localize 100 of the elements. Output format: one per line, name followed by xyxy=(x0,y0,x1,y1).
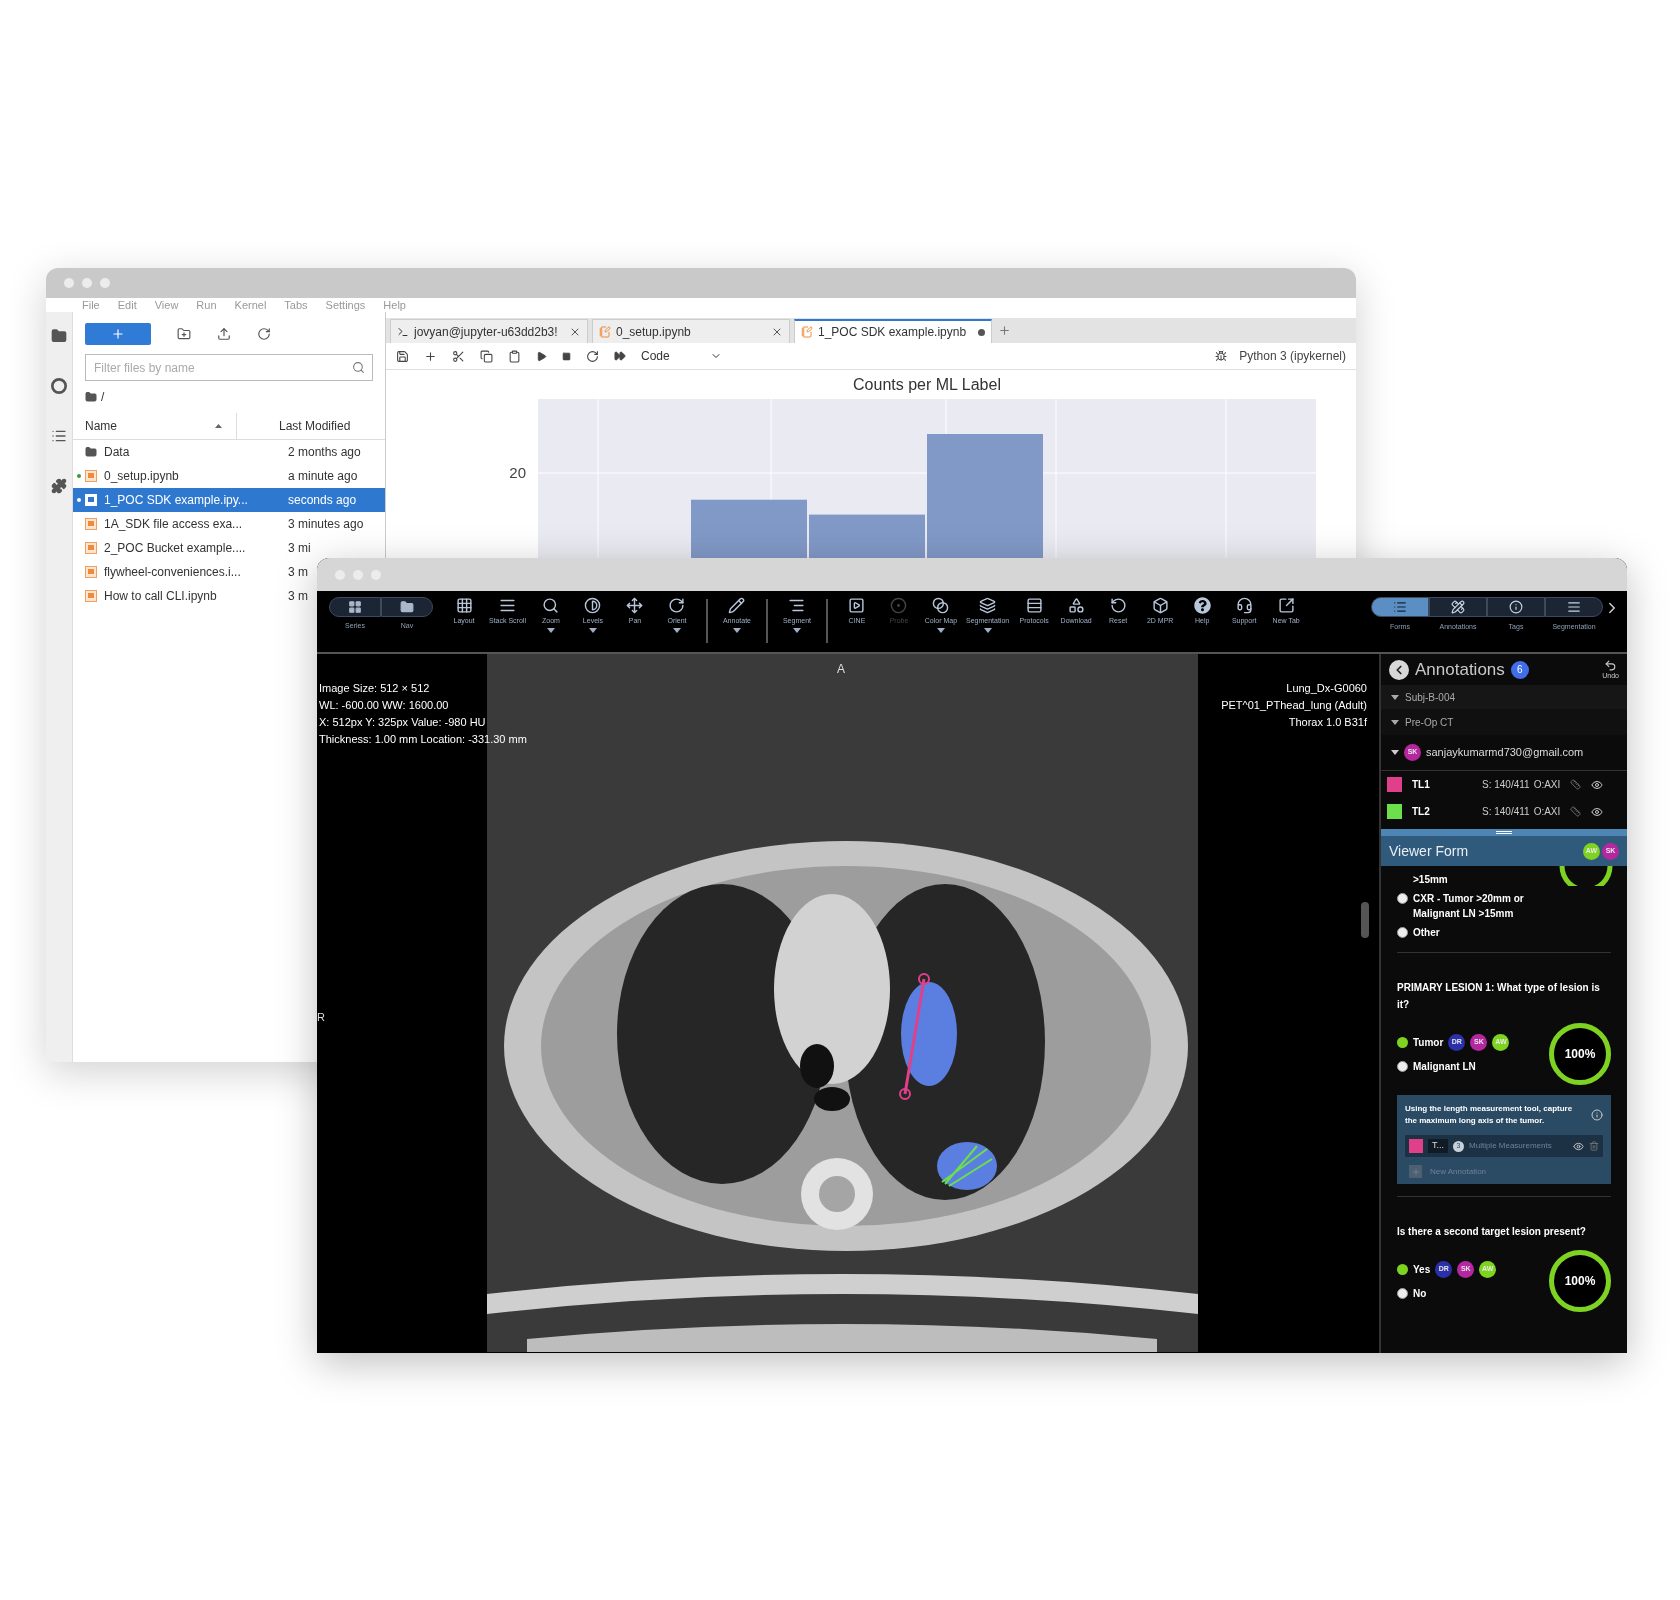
copy-icon[interactable] xyxy=(480,349,493,363)
question-text: PRIMARY LESION 1: What type of lesion is it? xyxy=(1397,981,1601,1012)
file-row[interactable]: flywheel-conveniences.i... 3 m xyxy=(73,560,310,584)
scrollbar-thumb[interactable] xyxy=(1361,902,1369,938)
cell-type-dropdown[interactable]: Code xyxy=(641,347,722,365)
question-text: Is there a second target lesion present? xyxy=(1397,1225,1587,1239)
eye-icon[interactable] xyxy=(1591,778,1604,791)
file-name: 1_POC SDK example.ipy... xyxy=(104,492,249,509)
new-folder-icon[interactable] xyxy=(177,327,191,341)
caret-icon xyxy=(936,628,945,633)
notebook-icon xyxy=(85,542,97,554)
column-header[interactable]: Last Modified xyxy=(236,413,351,439)
file-row[interactable]: 1_POC SDK example.ipy... seconds ago xyxy=(73,488,385,512)
target-icon xyxy=(890,597,908,614)
radio-button[interactable] xyxy=(1397,1037,1408,1048)
move-icon xyxy=(626,597,644,614)
sort-caret-icon xyxy=(215,424,222,428)
caret-icon xyxy=(1391,750,1399,755)
measurement-label: T... xyxy=(1428,1139,1448,1153)
caret-icon xyxy=(732,628,741,633)
eye-icon[interactable] xyxy=(1591,805,1604,818)
terminal-icon xyxy=(397,325,409,338)
image-info-text: WL: -600.00 WW: 1600.00 xyxy=(319,698,450,713)
image-viewport[interactable]: Image Size: 512 × 512 WL: -600.00 WW: 1600.00 X: 512px Y: 325px Value: -980 HU Thickness: 1.00 mm Location: -331.30 mm Lung_Dx-G0060 PET^01_PThead_lung (Adult) Thorax 1.0 B31f A R xyxy=(317,654,1379,1353)
undo-icon xyxy=(1604,659,1618,672)
headset-icon xyxy=(1235,597,1253,614)
option-label: CXR - Tumor >20mm or Malignant LN >15mm xyxy=(1413,892,1525,921)
tree-row[interactable]: Pre-Op CT xyxy=(1381,709,1627,735)
folder-icon xyxy=(85,446,97,458)
add-tab-icon[interactable] xyxy=(998,324,1011,337)
plus-icon[interactable] xyxy=(424,349,437,363)
save-icon[interactable] xyxy=(396,349,409,363)
lines-icon xyxy=(499,597,516,614)
orientation-text: O:AXI xyxy=(1533,778,1561,792)
modified-time: seconds ago xyxy=(288,492,358,509)
refresh-icon[interactable] xyxy=(257,327,271,341)
rotate-icon xyxy=(668,597,686,614)
list-icon xyxy=(1393,600,1407,614)
bug-icon[interactable] xyxy=(1215,350,1228,362)
fast-forward-icon[interactable] xyxy=(614,350,626,362)
trash-icon[interactable] xyxy=(1589,1141,1599,1151)
puzzle-icon[interactable] xyxy=(51,478,67,494)
pencil-ruler-icon xyxy=(1451,600,1465,614)
radio-button[interactable] xyxy=(1397,1061,1408,1072)
notebook-tab[interactable]: 1_POC SDK example.ipynb xyxy=(794,319,992,343)
notebook-icon xyxy=(85,566,97,578)
grid-icon xyxy=(455,597,473,614)
radio-button[interactable] xyxy=(1397,927,1408,938)
caret-icon xyxy=(588,628,597,633)
info-icon[interactable] xyxy=(1591,1109,1603,1121)
plus-icon xyxy=(111,327,125,341)
annotation-label: TL1 xyxy=(1412,778,1431,792)
column-header[interactable]: Name xyxy=(85,417,215,435)
back-button[interactable] xyxy=(1389,659,1409,680)
file-row[interactable]: 2_POC Bucket example.... 3 mi xyxy=(73,536,313,560)
eye-icon[interactable] xyxy=(1573,1140,1584,1152)
kernel-name[interactable]: Python 3 (ipykernel) xyxy=(1239,347,1346,365)
circles-icon xyxy=(932,597,950,614)
breadcrumb-path[interactable]: / xyxy=(101,388,105,406)
folder-icon[interactable] xyxy=(51,328,67,344)
caret-icon xyxy=(1391,719,1399,725)
count-badge: 6 xyxy=(1510,660,1529,679)
annotation-row[interactable]: TL1 S: 140/411 O:AXI xyxy=(1381,771,1627,798)
restart-icon[interactable] xyxy=(586,349,599,363)
file-row[interactable]: How to call CLI.ipynb 3 m xyxy=(73,584,310,608)
orientation-marker: R xyxy=(317,1010,325,1025)
stop-icon[interactable] xyxy=(562,351,571,361)
resize-handle[interactable] xyxy=(1381,829,1627,836)
paste-icon[interactable] xyxy=(508,349,521,363)
modified-time: 3 m xyxy=(288,588,309,605)
radio-button[interactable] xyxy=(1397,893,1408,904)
axis-tick-label: 20 xyxy=(509,464,526,481)
modified-time: 3 m xyxy=(288,564,309,581)
image-info-text: X: 512px Y: 325px Value: -980 HU xyxy=(319,715,487,730)
file-row[interactable]: Data 2 months ago xyxy=(73,440,363,464)
file-row[interactable]: 0_setup.ipynb a minute ago xyxy=(73,464,360,488)
list-icon[interactable] xyxy=(51,428,67,444)
notebook-tab[interactable]: jovyan@jupyter-u63dd2b3! xyxy=(390,319,588,343)
image-info-text: Thickness: 1.00 mm Location: -331.30 mm xyxy=(319,732,527,747)
shapes-icon xyxy=(1067,597,1085,614)
lines-icon xyxy=(1567,600,1581,614)
circle-icon[interactable] xyxy=(51,378,67,394)
segmentation-region xyxy=(937,1142,997,1190)
filter-field[interactable]: Filter files by name xyxy=(85,354,373,381)
file-name: 0_setup.ipynb xyxy=(104,468,180,485)
file-row[interactable]: 1A_SDK file access exa... 3 minutes ago xyxy=(73,512,366,536)
annotation-row[interactable]: TL2 S: 140/411 O:AXI xyxy=(1381,798,1627,825)
radio-button[interactable] xyxy=(1397,1264,1408,1275)
notebook-tab[interactable]: 0_setup.ipynb xyxy=(592,319,790,343)
option-label: Malignant LN xyxy=(1413,1060,1476,1074)
file-name: How to call CLI.ipynb xyxy=(104,588,218,605)
play-icon[interactable] xyxy=(536,350,547,362)
play-icon xyxy=(848,597,866,614)
upload-icon[interactable] xyxy=(217,327,231,341)
radio-button[interactable] xyxy=(1397,1288,1408,1299)
ruler-icon xyxy=(1570,806,1582,817)
tree-row[interactable]: Subj-B-004 xyxy=(1381,685,1627,709)
cut-icon[interactable] xyxy=(452,349,465,363)
modified-time: 2 months ago xyxy=(288,444,362,461)
cube-icon xyxy=(1151,597,1169,614)
